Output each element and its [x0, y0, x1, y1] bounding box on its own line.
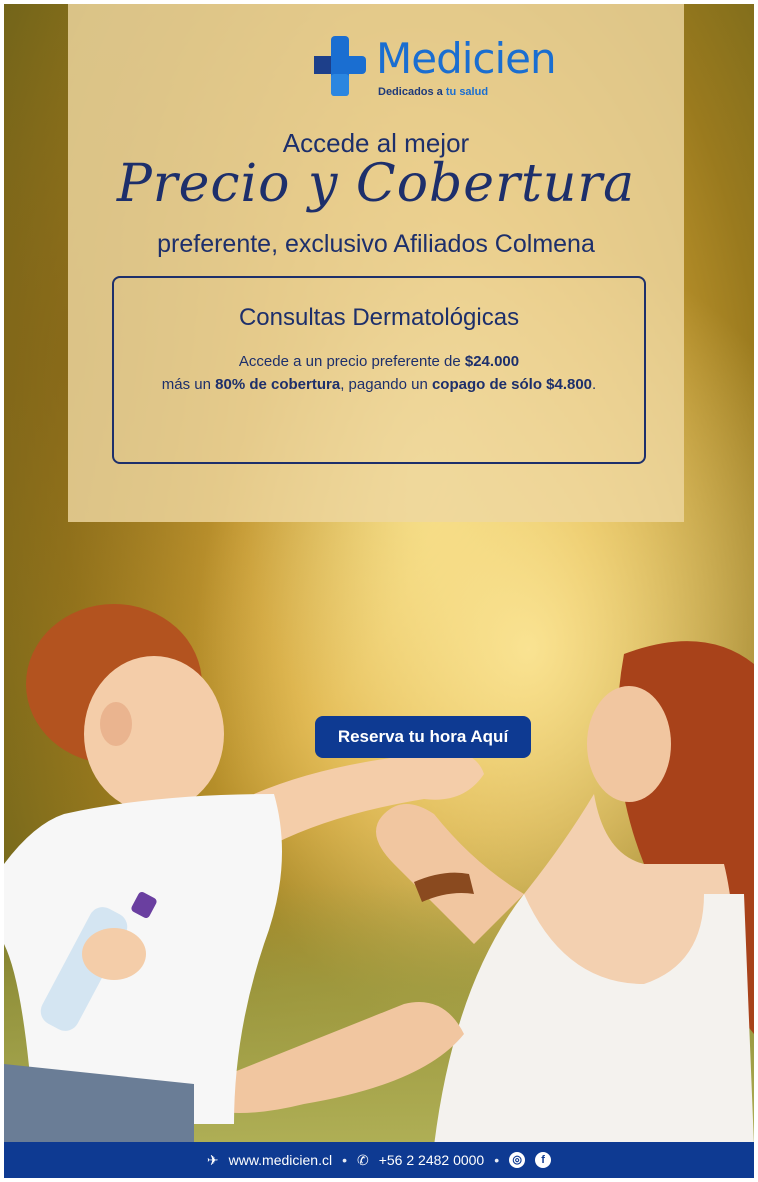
offer-text: Accede a un precio preferente de $24.000…	[114, 350, 644, 396]
offer-line2-suffix: .	[592, 376, 597, 393]
offer-line2-middle: , pagando un	[340, 376, 432, 393]
website-link[interactable]: www.medicien.cl	[229, 1152, 332, 1168]
tagline-accent: tu salud	[445, 86, 489, 98]
footer-separator: •	[342, 1152, 347, 1168]
footer: ✈ www.medicien.cl • ✆ +56 2 2482 0000 • …	[4, 1142, 754, 1178]
offer-price: $24.000	[464, 353, 520, 370]
web-icon: ✈	[206, 1151, 219, 1168]
reserve-button[interactable]: Reserva tu hora Aquí	[315, 716, 531, 758]
brand-name: Medicien	[376, 34, 557, 83]
offer-box: Consultas Dermatológicas Accede a un pre…	[112, 276, 646, 758]
phone-link[interactable]: +56 2 2482 0000	[379, 1152, 485, 1168]
offer-line2-prefix: más un	[161, 376, 216, 393]
script-title: Precio y Cobertura	[116, 154, 636, 214]
subheadline: preferente, exclusivo Afiliados Colmena	[157, 230, 595, 258]
offer-line1-prefix: Accede a un precio preferente de	[238, 353, 465, 370]
family-photo	[4, 604, 754, 1146]
brand-logo[interactable]: Medicien Dedicados a tu salud	[314, 34, 574, 104]
offer-title: Consultas Dermatológicas	[238, 304, 520, 331]
offer-copay: copago de sólo $4.800	[431, 376, 593, 393]
offer-coverage: 80% de cobertura	[215, 376, 341, 393]
medical-cross-icon	[314, 36, 366, 96]
footer-separator: •	[494, 1152, 500, 1168]
phone-icon: ✆	[356, 1151, 369, 1168]
instagram-icon[interactable]: ◎	[509, 1152, 526, 1168]
facebook-icon[interactable]: f	[535, 1152, 552, 1168]
flyer: Medicien Dedicados a tu salud Accede al …	[4, 4, 754, 1178]
brand-tagline: Dedicados a tu salud	[378, 86, 488, 98]
tagline-prefix: Dedicados a	[378, 86, 443, 98]
promo-card: Medicien Dedicados a tu salud Accede al …	[68, 4, 684, 758]
